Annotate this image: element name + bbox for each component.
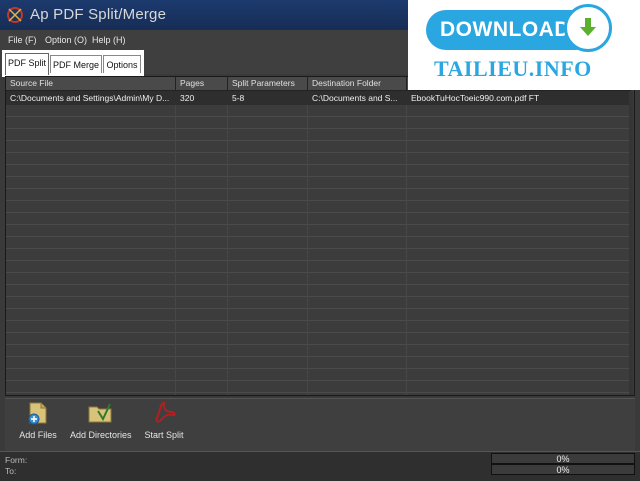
table-row[interactable]: C:\Documents and Settings\Admin\My D... … xyxy=(6,91,631,105)
watermark-site-text: TAILIEU.INFO xyxy=(434,56,592,81)
column-header-destination-folder[interactable]: Destination Folder xyxy=(308,77,407,90)
status-to-label: To: xyxy=(5,466,17,476)
table-grid xyxy=(6,105,631,395)
tab-options[interactable]: Options xyxy=(103,55,141,73)
progress-text: 0% xyxy=(556,465,570,475)
column-divider xyxy=(175,77,176,395)
column-header-pages[interactable]: Pages xyxy=(176,77,228,90)
table-scroll-edge xyxy=(629,91,633,395)
folder-add-icon xyxy=(88,403,112,423)
app-logo-icon xyxy=(7,7,23,23)
menu-file[interactable]: File (F) xyxy=(8,35,37,45)
status-form-label: Form: xyxy=(5,455,28,465)
progress-bar-form: 0% xyxy=(491,453,635,464)
progress-text: 0% xyxy=(556,454,570,464)
start-split-button[interactable]: Start Split xyxy=(144,400,184,440)
column-divider xyxy=(406,77,407,395)
start-split-label: Start Split xyxy=(144,430,184,440)
column-divider xyxy=(307,77,308,395)
cell-source-file: C:\Documents and Settings\Admin\My D... xyxy=(10,93,170,103)
cell-split-parameters: 5-8 xyxy=(232,93,245,103)
column-header-split-parameters[interactable]: Split Parameters xyxy=(228,77,308,90)
tab-pdf-merge[interactable]: PDF Merge xyxy=(50,55,102,73)
add-files-button[interactable]: Add Files xyxy=(18,400,58,440)
add-files-icon xyxy=(28,402,47,425)
cell-destination-folder: C:\Documents and S... xyxy=(312,93,398,103)
acrobat-split-icon xyxy=(155,401,176,423)
watermark-banner: DOWNLOAD TAILIEU.INFO xyxy=(408,0,640,90)
menu-help[interactable]: Help (H) xyxy=(92,35,126,45)
add-directories-button[interactable]: Add Directories xyxy=(70,400,132,440)
download-arrow-icon xyxy=(580,18,596,36)
column-header-source-file[interactable]: Source File xyxy=(6,77,176,90)
cell-output-file: EbookTuHocToeic990.com.pdf FT xyxy=(411,93,540,103)
download-circle xyxy=(564,4,612,52)
menu-option[interactable]: Option (O) xyxy=(45,35,87,45)
progress-bar-to: 0% xyxy=(491,464,635,475)
tab-pdf-split[interactable]: PDF Split xyxy=(5,53,49,75)
column-divider xyxy=(227,77,228,395)
watermark-download-text: DOWNLOAD xyxy=(440,18,570,41)
cell-pages: 320 xyxy=(180,93,195,103)
add-directories-label: Add Directories xyxy=(70,430,132,440)
window-title: Ap PDF Split/Merge xyxy=(30,6,167,23)
add-files-label: Add Files xyxy=(19,430,57,440)
